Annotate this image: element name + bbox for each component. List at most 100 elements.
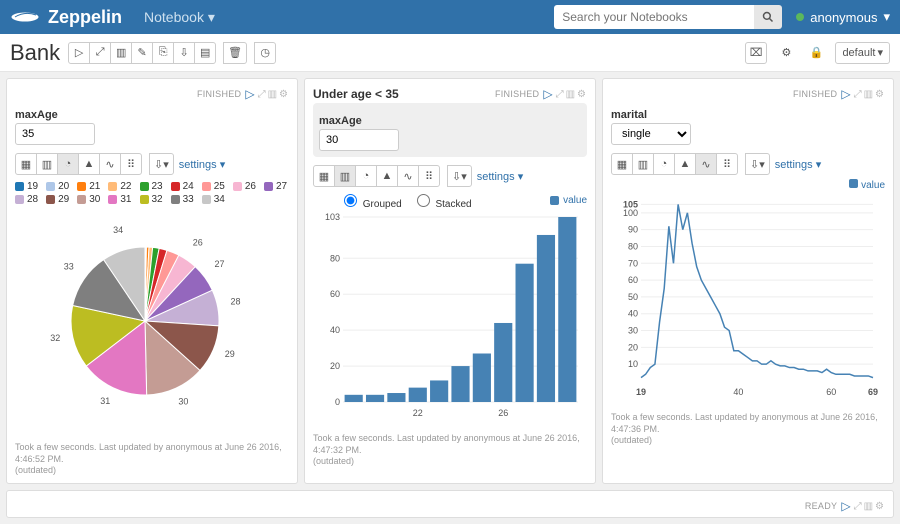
viz-scatter-button[interactable]: ⠿ [418,165,440,187]
svg-text:103: 103 [325,212,340,222]
svg-text:30: 30 [178,397,188,407]
svg-text:31: 31 [100,396,110,406]
viz-type-group: ▦ ▥ ◔ ▲ ∿ ⠿ [611,153,737,175]
outdated-badge: (outdated) [611,435,652,445]
hide-output-button[interactable]: ▥ [566,89,575,100]
footer-text: Took a few seconds. Last updated by anon… [313,433,580,455]
pie-chart: 262728293031323334 [15,211,285,431]
scheduler-button[interactable]: ◷ [254,42,276,64]
export-notebook-button[interactable]: ⇩ [173,42,195,64]
hide-editor-button[interactable]: ⤢ [556,89,564,100]
viz-area-button[interactable]: ▲ [674,153,696,175]
viz-settings-link[interactable]: settings ▾ [477,170,524,183]
brand-label: Zeppelin [48,7,122,28]
paragraph-settings-button[interactable]: ⚙ [279,89,288,100]
viz-area-button[interactable]: ▲ [376,165,398,187]
run-paragraph-button[interactable]: ▷ [841,87,850,101]
svg-text:19: 19 [636,387,646,397]
clear-output-button[interactable]: ✎ [131,42,153,64]
run-all-button[interactable]: ▷ [68,42,90,64]
search-input[interactable] [554,5,754,29]
viz-bar-button[interactable]: ▥ [334,165,356,187]
notebook-title[interactable]: Bank [10,40,60,66]
status-badge: FINISHED [793,89,837,99]
hide-output-button[interactable]: ▥ [268,89,277,100]
viz-scatter-button[interactable]: ⠿ [120,153,142,175]
notebook-menu-label: Notebook [144,9,204,25]
svg-text:0: 0 [335,397,340,407]
svg-text:30: 30 [628,326,638,336]
viz-pie-button[interactable]: ◔ [355,165,377,187]
viz-line-button[interactable]: ∿ [695,153,717,175]
viz-bar-button[interactable]: ▥ [632,153,654,175]
download-button[interactable]: ⇩▾ [149,153,174,175]
notebook-menu[interactable]: Notebook ▾ [134,9,225,26]
permissions-button[interactable]: 🔒 [805,42,827,64]
run-paragraph-button[interactable]: ▷ [841,499,850,513]
stacked-radio[interactable]: Stacked [412,191,472,210]
download-button[interactable]: ⇩▾ [745,153,770,175]
pie-legend: 19202122232425262728293031323334 [15,181,289,205]
svg-text:32: 32 [50,333,60,343]
run-paragraph-button[interactable]: ▷ [543,87,552,101]
svg-text:10: 10 [628,359,638,369]
viz-table-button[interactable]: ▦ [611,153,633,175]
download-button[interactable]: ⇩▾ [447,165,472,187]
trash-button[interactable]: 🗑 [223,42,247,64]
maxage-input[interactable] [319,129,399,151]
footer-text: Took a few seconds. Last updated by anon… [15,442,282,464]
viz-settings-link[interactable]: settings ▾ [775,158,822,171]
viz-scatter-button[interactable]: ⠿ [716,153,738,175]
chevron-down-icon: ▾ [877,46,883,59]
show-hide-output-button[interactable]: ▥ [110,42,132,64]
viz-table-button[interactable]: ▦ [313,165,335,187]
marital-select[interactable]: single [611,123,691,145]
viz-area-button[interactable]: ▲ [78,153,100,175]
svg-text:26: 26 [193,238,203,248]
paragraph-title[interactable]: Under age < 35 [313,87,399,101]
viz-pie-button[interactable]: ◔ [653,153,675,175]
hide-editor-button[interactable]: ⤢ [854,89,862,100]
viz-line-button[interactable]: ∿ [397,165,419,187]
search-button[interactable] [754,5,782,29]
paragraph-maxage-pie: FINISHED ▷ ⤢ ▥ ⚙ maxAge ▦ ▥ ◔ ▲ ∿ ⠿ ⇩▾ s… [6,78,298,484]
viz-pie-button[interactable]: ◔ [57,153,79,175]
hide-editor-button[interactable]: ⤢ [258,89,266,100]
version-control-button[interactable]: ▤ [194,42,216,64]
mode-selector[interactable]: default ▾ [835,42,890,64]
clone-notebook-button[interactable]: ⎘ [152,42,174,64]
keyboard-shortcuts-button[interactable]: ⌧ [745,42,768,64]
paragraph-marital-line: FINISHED ▷ ⤢ ▥ ⚙ marital single ▦ ▥ ◔ ▲ … [602,78,894,484]
svg-text:60: 60 [628,275,638,285]
run-paragraph-button[interactable]: ▷ [245,87,254,101]
interpreter-binding-button[interactable]: ⚙ [775,42,797,64]
svg-text:20: 20 [628,342,638,352]
footer-text: Took a few seconds. Last updated by anon… [611,412,878,434]
chevron-down-icon: ▾ [883,9,890,25]
mode-label: default [842,47,875,59]
viz-settings-link[interactable]: settings ▾ [179,158,226,171]
svg-text:60: 60 [826,387,836,397]
svg-text:22: 22 [413,408,423,418]
user-menu[interactable]: anonymous ▾ [796,9,890,25]
field-label: maxAge [319,115,581,127]
svg-text:40: 40 [733,387,743,397]
grouped-radio[interactable]: Grouped [339,191,402,210]
hide-editor-button[interactable]: ⤢ [854,501,862,512]
paragraph-settings-button[interactable]: ⚙ [875,501,884,512]
maxage-input[interactable] [15,123,95,145]
run-controls: ▷ ⤢ ▥ ✎ ⎘ ⇩ ▤ [68,42,215,64]
show-hide-code-button[interactable]: ⤢ [89,42,111,64]
svg-text:34: 34 [113,225,123,235]
brand[interactable]: Zeppelin [10,7,134,28]
paragraph-settings-button[interactable]: ⚙ [875,89,884,100]
svg-text:90: 90 [628,225,638,235]
viz-table-button[interactable]: ▦ [15,153,37,175]
viz-bar-button[interactable]: ▥ [36,153,58,175]
field-label: marital [611,109,885,121]
viz-line-button[interactable]: ∿ [99,153,121,175]
viz-type-group: ▦ ▥ ◔ ▲ ∿ ⠿ [313,165,439,187]
paragraph-settings-button[interactable]: ⚙ [577,89,586,100]
hide-output-button[interactable]: ▥ [864,501,873,512]
hide-output-button[interactable]: ▥ [864,89,873,100]
